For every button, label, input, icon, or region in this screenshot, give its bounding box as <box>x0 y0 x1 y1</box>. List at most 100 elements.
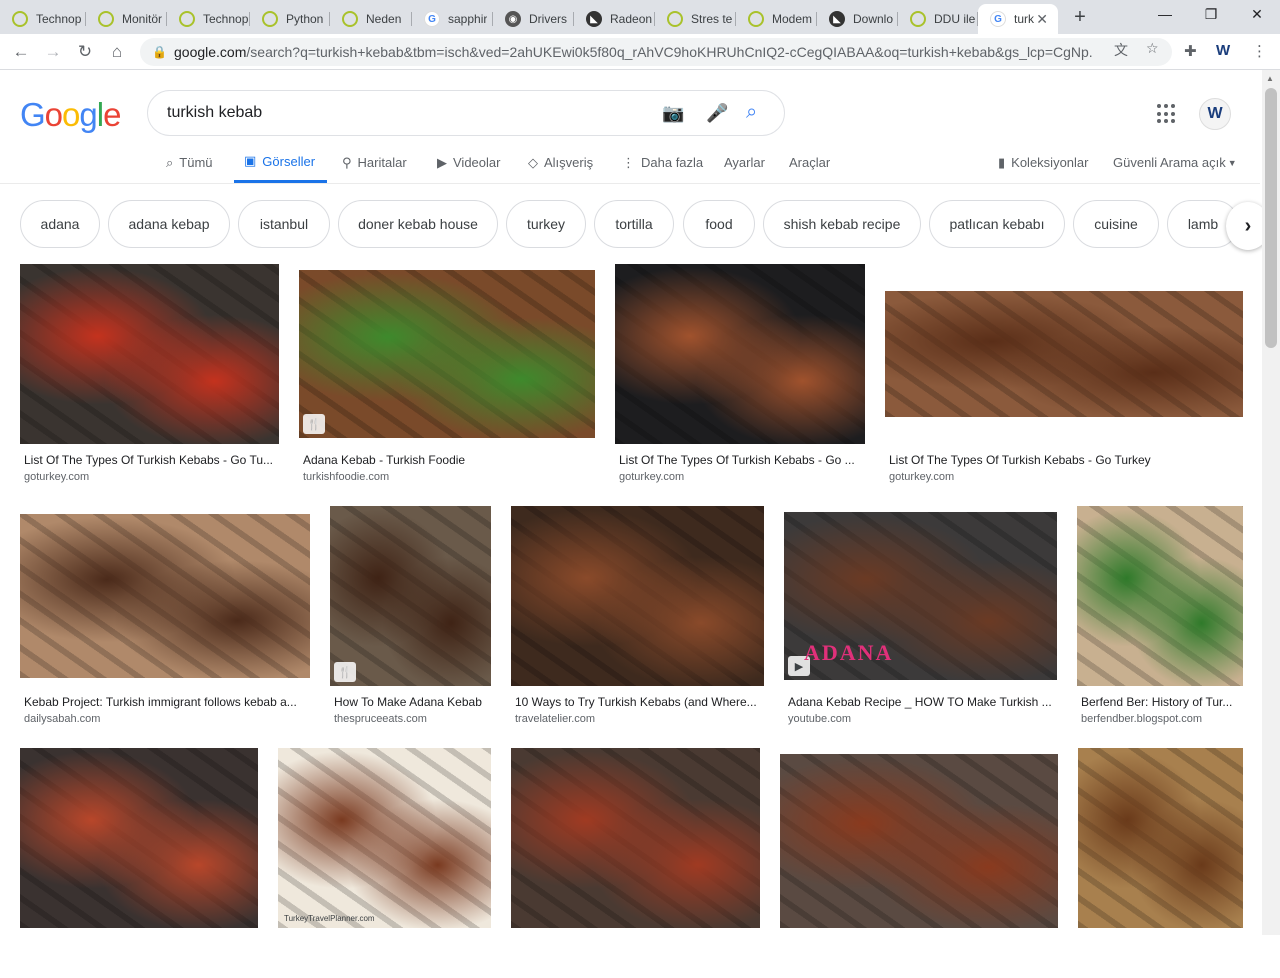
scrollbar-thumb[interactable] <box>1265 88 1277 348</box>
result-source[interactable]: goturkey.com <box>619 471 684 483</box>
image-result-card[interactable]: Kebab Project: Turkish immigrant follows… <box>20 506 310 736</box>
minimize-button[interactable]: — <box>1142 6 1188 22</box>
image-result-card[interactable]: 🍴 How To Make Adana Kebab thespruceeats.co… <box>330 506 491 736</box>
result-title[interactable]: Kebab Project: Turkish immigrant follows… <box>24 695 310 709</box>
image-result-card[interactable] <box>511 748 760 978</box>
image-result-card[interactable] <box>1078 748 1243 978</box>
related-chip[interactable]: food <box>683 200 755 248</box>
google-logo[interactable]: Google <box>20 96 121 134</box>
kebab-image-thumbnail[interactable] <box>299 270 595 438</box>
related-chip[interactable]: adana <box>20 200 100 248</box>
image-result-card[interactable]: 10 Ways to Try Turkish Kebabs (and Where… <box>511 506 764 736</box>
browser-tab[interactable]: ◣ Downlo <box>817 4 898 34</box>
tab-ayarlar[interactable]: Ayarlar <box>724 142 765 183</box>
browser-tab[interactable]: Technop <box>167 4 250 34</box>
result-title[interactable]: List Of The Types Of Turkish Kebabs - Go… <box>24 453 279 467</box>
tab-daha-fazla[interactable]: ⋮ Daha fazla <box>622 142 703 183</box>
related-chip[interactable]: adana kebap <box>108 200 230 248</box>
result-source[interactable]: dailysabah.com <box>24 713 100 725</box>
browser-tab[interactable]: ◉ Drivers <box>493 4 574 34</box>
result-source[interactable]: thespruceeats.com <box>334 713 427 725</box>
image-result-card[interactable]: List Of The Types Of Turkish Kebabs - Go… <box>20 264 279 494</box>
browser-tab[interactable]: Gturk ✕ <box>978 4 1058 34</box>
forward-arrow-icon[interactable]: → <box>42 41 64 63</box>
related-chip[interactable]: shish kebab recipe <box>763 200 921 248</box>
result-source[interactable]: youtube.com <box>788 713 851 725</box>
scroll-up-icon[interactable]: ▲ <box>1266 74 1274 83</box>
profile-icon[interactable]: W <box>1216 42 1230 59</box>
search-query-text[interactable]: turkish kebab <box>167 104 262 122</box>
apps-grid-icon[interactable] <box>1157 104 1177 124</box>
translate-icon[interactable]: 文 <box>1114 40 1128 60</box>
browser-tab[interactable]: Monitör <box>86 4 167 34</box>
browser-tab[interactable]: Python <box>250 4 330 34</box>
browser-tab[interactable]: ◣ Radeon <box>574 4 655 34</box>
home-icon[interactable]: ⌂ <box>106 41 128 63</box>
result-title[interactable]: Adana Kebab Recipe _ HOW TO Make Turkish… <box>788 695 1057 709</box>
search-icon[interactable]: ⌕ <box>746 101 757 124</box>
result-title[interactable]: List Of The Types Of Turkish Kebabs - Go… <box>619 453 865 467</box>
kebab-image-thumbnail[interactable] <box>1078 748 1243 928</box>
kebab-image-thumbnail[interactable] <box>511 506 764 686</box>
kebab-image-thumbnail[interactable] <box>780 754 1058 928</box>
safe-search-dropdown[interactable]: Güvenli Arama açık ▼ <box>1113 142 1237 183</box>
kebab-image-thumbnail[interactable] <box>20 264 279 444</box>
browser-tab[interactable]: Neden <box>330 4 412 34</box>
result-source[interactable]: goturkey.com <box>889 471 954 483</box>
lock-icon[interactable]: 🔒 <box>152 45 167 59</box>
related-chip[interactable]: patlıcan kebabı <box>929 200 1065 248</box>
close-tab-icon[interactable]: ✕ <box>1036 11 1048 28</box>
result-title[interactable]: How To Make Adana Kebab <box>334 695 491 709</box>
extensions-icon[interactable]: ✚ <box>1184 42 1197 60</box>
maximize-button[interactable]: ❐ <box>1188 6 1234 23</box>
tab-alışveriş[interactable]: ◇ Alışveriş <box>528 142 593 183</box>
image-result-card[interactable]: List Of The Types Of Turkish Kebabs - Go… <box>885 264 1243 494</box>
related-chip[interactable]: tortilla <box>594 200 674 248</box>
tab-tümü[interactable]: ⌕ Tümü <box>166 142 213 183</box>
camera-icon[interactable]: 📷 <box>662 103 684 124</box>
result-source[interactable]: berfendber.blogspot.com <box>1081 713 1202 725</box>
reload-icon[interactable]: ↻ <box>74 41 96 63</box>
kebab-image-thumbnail[interactable] <box>1077 506 1243 686</box>
avatar[interactable]: W <box>1199 98 1231 130</box>
tab-araçlar[interactable]: Araçlar <box>789 142 830 183</box>
kebab-image-thumbnail[interactable] <box>330 506 491 686</box>
image-result-card[interactable]: List Of The Types Of Turkish Kebabs - Go… <box>615 264 865 494</box>
result-source[interactable]: goturkey.com <box>24 471 89 483</box>
browser-tab[interactable]: Modem <box>736 4 817 34</box>
image-result-card[interactable]: Berfend Ber: History of Tur... berfendber… <box>1077 506 1243 736</box>
image-result-card[interactable] <box>780 748 1058 978</box>
tab-haritalar[interactable]: ⚲ Haritalar <box>342 142 407 183</box>
browser-tab[interactable]: DDU ile <box>898 4 978 34</box>
browser-tab[interactable]: Gsapphir <box>412 4 493 34</box>
menu-kebab-icon[interactable]: ⋮ <box>1252 42 1267 60</box>
address-bar[interactable]: 🔒 google.com/search?q=turkish+kebab&tbm=… <box>140 38 1172 66</box>
image-result-card[interactable] <box>20 748 258 978</box>
result-source[interactable]: travelatelier.com <box>515 713 595 725</box>
collections-link[interactable]: ▮ Koleksiyonlar <box>998 142 1088 183</box>
bookmark-star-icon[interactable]: ☆ <box>1146 40 1159 57</box>
result-title[interactable]: List Of The Types Of Turkish Kebabs - Go… <box>889 453 1243 467</box>
result-title[interactable]: Adana Kebab - Turkish Foodie <box>303 453 595 467</box>
close-window-button[interactable]: ✕ <box>1234 6 1280 23</box>
kebab-image-thumbnail[interactable] <box>20 748 258 928</box>
kebab-image-thumbnail[interactable] <box>615 264 865 444</box>
image-result-card[interactable]: 🍴 Adana Kebab - Turkish Foodie turkishfood… <box>299 264 595 494</box>
image-result-card[interactable]: ▶ ADANA Adana Kebab Recipe _ HOW TO Make T… <box>784 506 1057 736</box>
browser-tab[interactable]: Stres te <box>655 4 736 34</box>
kebab-image-thumbnail[interactable] <box>278 748 491 928</box>
kebab-image-thumbnail[interactable] <box>20 514 310 678</box>
result-title[interactable]: Berfend Ber: History of Tur... <box>1081 695 1243 709</box>
related-chip[interactable]: turkey <box>506 200 586 248</box>
related-chip[interactable]: doner kebab house <box>338 200 498 248</box>
tab-görseller[interactable]: ▣ Görseller <box>234 142 328 183</box>
image-result-card[interactable]: TurkeyTravelPlanner.com <box>278 748 491 978</box>
kebab-image-thumbnail[interactable] <box>885 291 1243 417</box>
new-tab-button[interactable]: + <box>1068 6 1092 29</box>
result-title[interactable]: 10 Ways to Try Turkish Kebabs (and Where… <box>515 695 764 709</box>
kebab-image-thumbnail[interactable] <box>511 748 760 928</box>
scrollbar[interactable]: ▲ <box>1262 70 1280 935</box>
browser-tab[interactable]: Technop <box>0 4 86 34</box>
search-input[interactable]: turkish kebab 📷 🎤 ⌕ <box>147 90 785 136</box>
back-arrow-icon[interactable]: ← <box>10 41 32 63</box>
